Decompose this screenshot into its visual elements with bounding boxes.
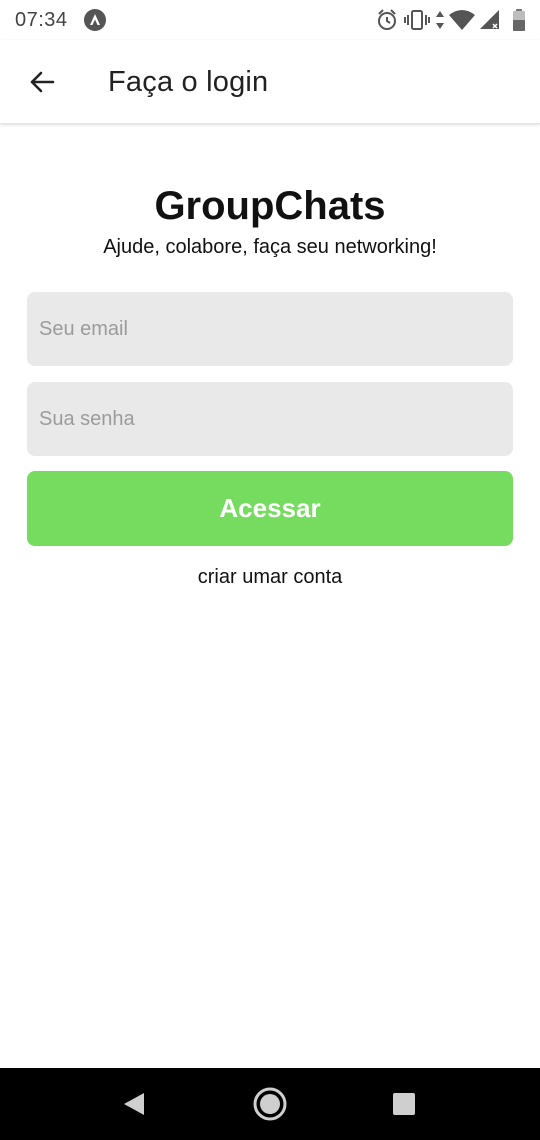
navigation-bar <box>0 1068 540 1140</box>
create-account-link[interactable]: criar umar conta <box>0 566 540 589</box>
data-arrows-icon <box>436 11 444 29</box>
nav-recents-button[interactable] <box>384 1084 424 1124</box>
wifi-icon <box>449 10 475 30</box>
app-notification-icon <box>84 9 106 31</box>
alarm-icon <box>378 9 396 30</box>
status-time: 07:34 <box>15 9 68 31</box>
nav-recents-icon <box>393 1093 415 1115</box>
login-screen: 07:34 Faça o login GroupChats Ajude, col… <box>0 0 540 1140</box>
status-bar: 07:34 <box>0 0 540 40</box>
email-field[interactable] <box>27 292 513 366</box>
battery-icon <box>513 9 525 31</box>
nav-home-icon <box>253 1087 287 1121</box>
arrow-left-icon <box>30 71 55 93</box>
login-button[interactable]: Acessar <box>27 471 513 546</box>
nav-home-button[interactable] <box>250 1084 290 1124</box>
password-field[interactable] <box>27 382 513 456</box>
back-button[interactable] <box>16 60 68 104</box>
nav-back-button[interactable] <box>114 1084 154 1124</box>
brand-title: GroupChats <box>154 184 386 228</box>
page-title: Faça o login <box>108 66 269 98</box>
signal-icon <box>480 10 499 29</box>
app-bar: Faça o login <box>0 40 540 124</box>
nav-back-icon <box>124 1093 144 1115</box>
tagline: Ajude, colabore, faça seu networking! <box>103 236 437 258</box>
vibrate-icon <box>404 10 430 30</box>
